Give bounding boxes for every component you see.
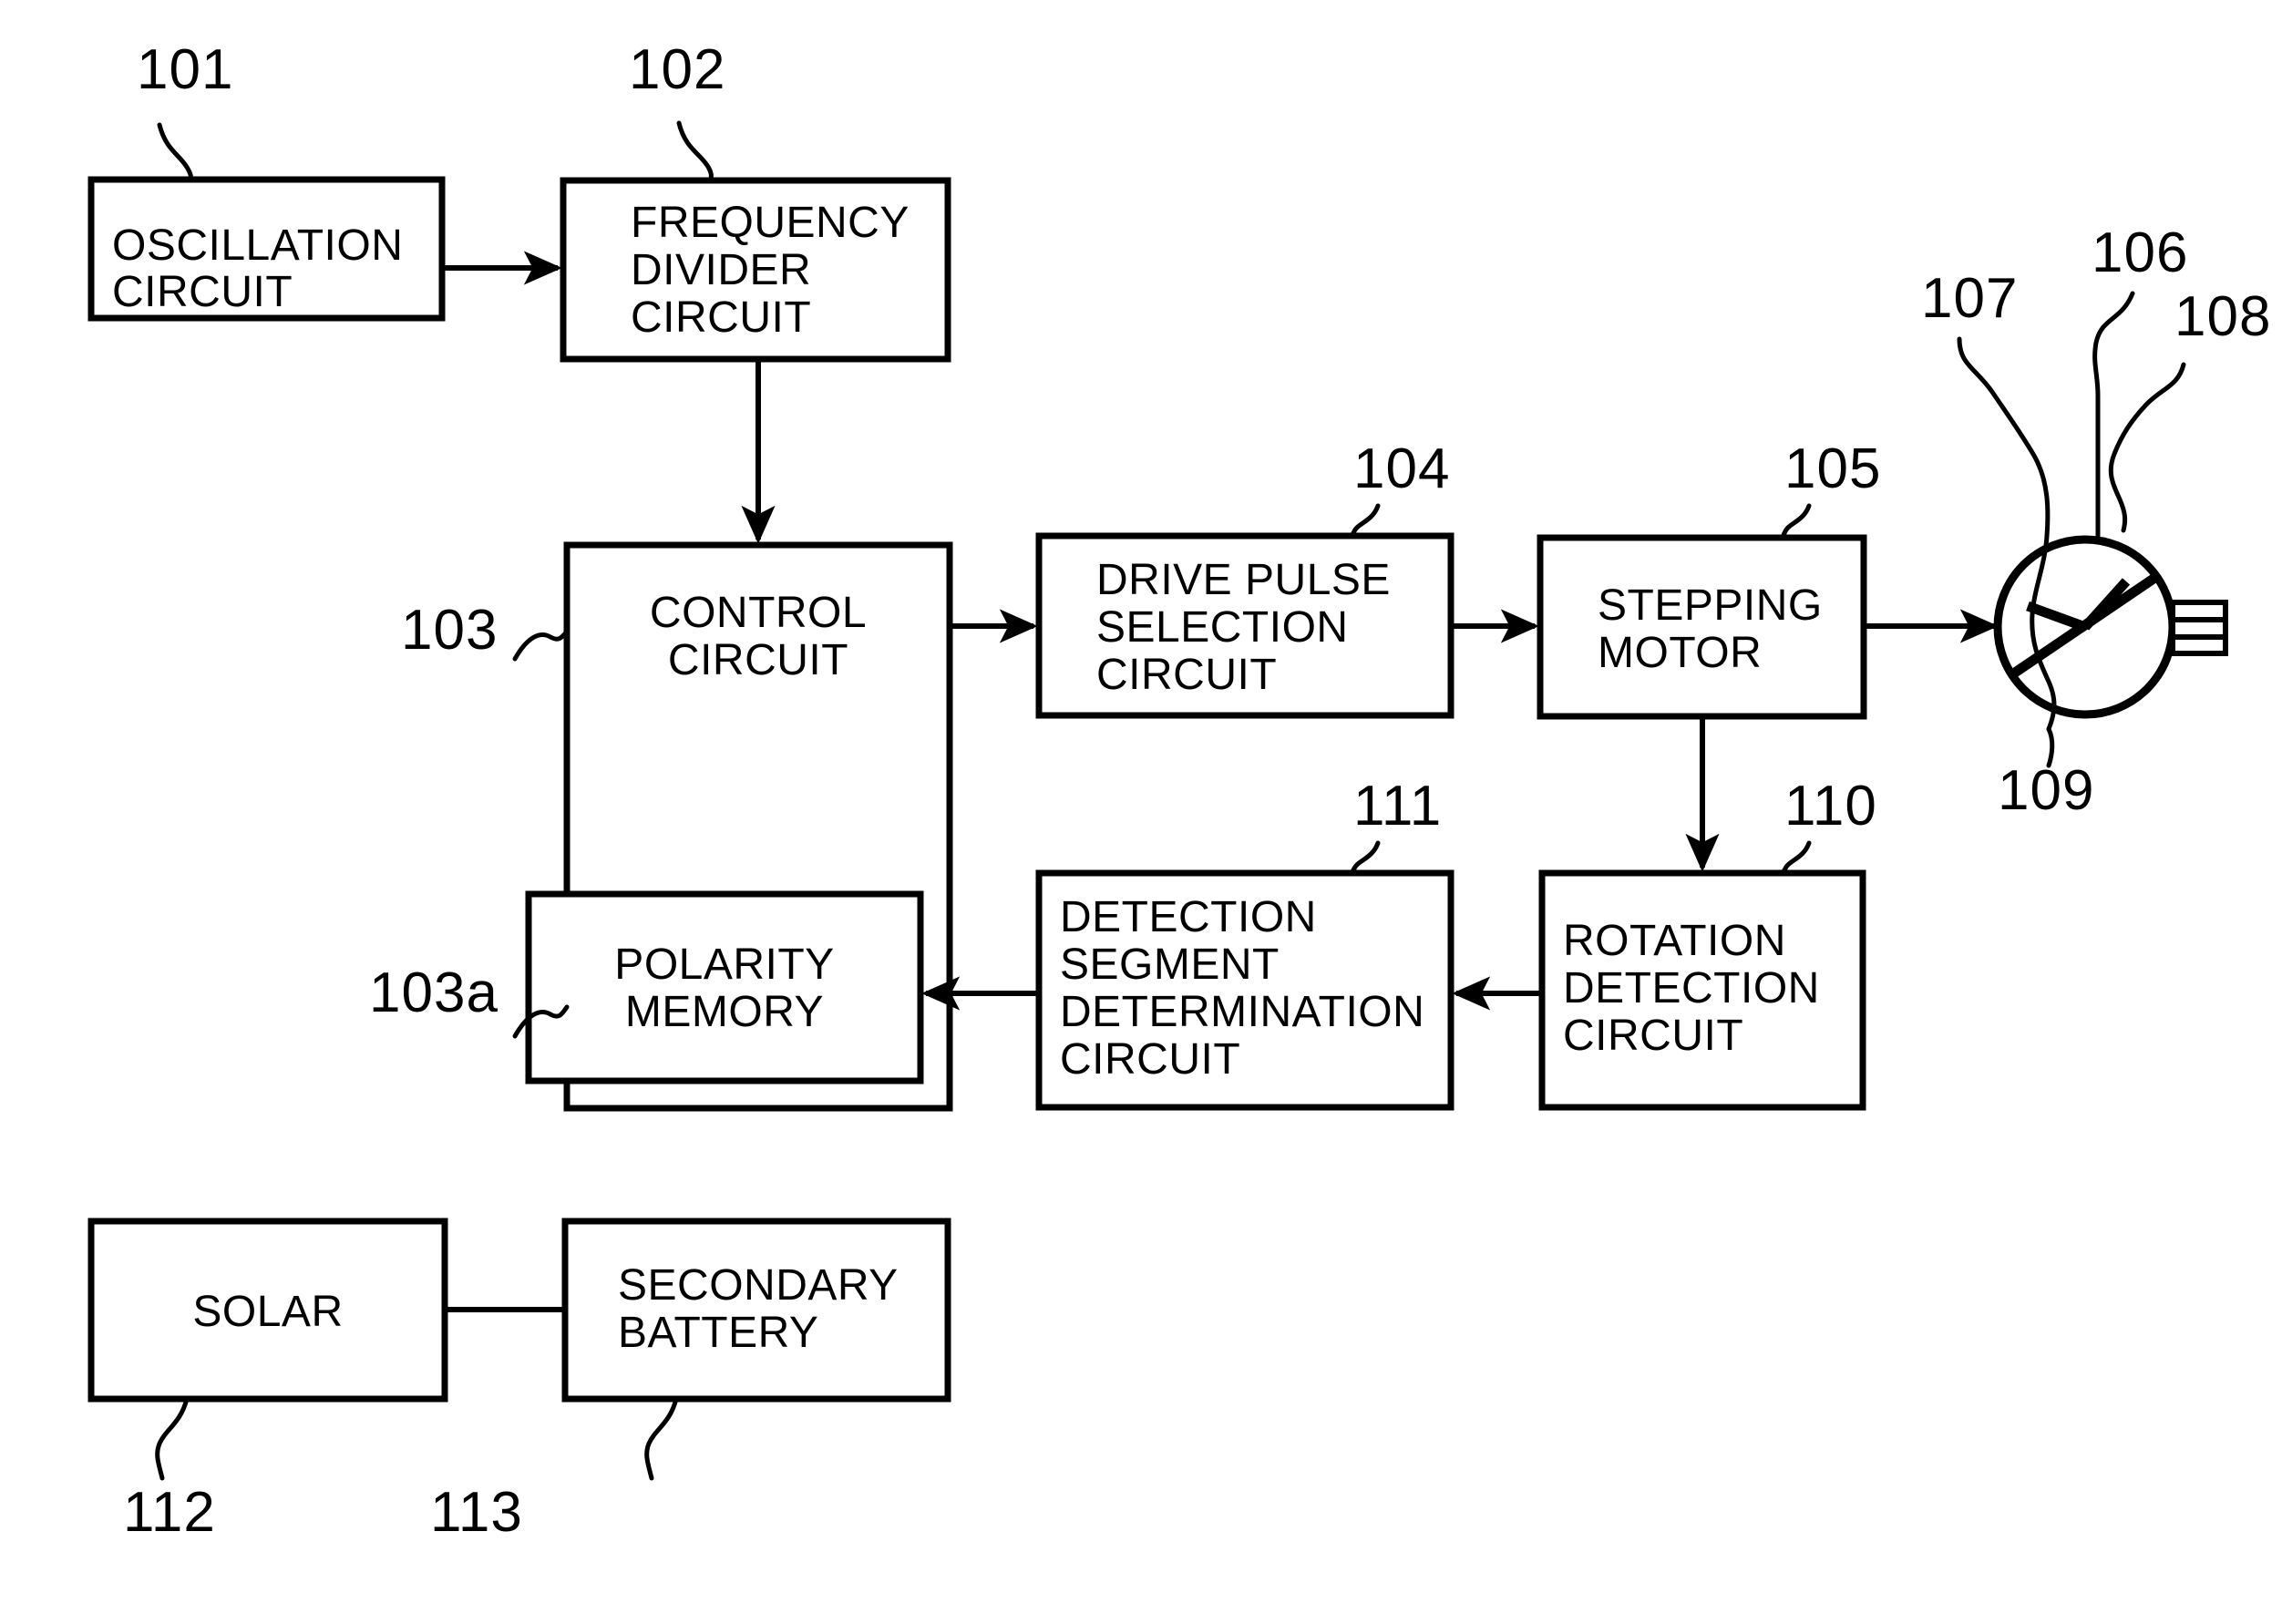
ref-callout-109: 109 xyxy=(1998,726,2094,822)
patent-block-diagram: OSCILLATION CIRCUIT 101 FREQUENCY DIVIDE… xyxy=(0,0,2282,1624)
ref-callout-101: 101 xyxy=(137,38,233,182)
rotation-detection-label-line1: ROTATION xyxy=(1563,917,1786,965)
secondary-battery-label-line2: BATTERY xyxy=(618,1309,818,1357)
block-control-circuit[interactable]: CONTROL CIRCUIT POLARITY MEMORY xyxy=(525,541,953,1112)
rotation-detection-label-line3: CIRCUIT xyxy=(1563,1012,1743,1060)
rotation-detection-label-line2: DETECTION xyxy=(1563,964,1820,1012)
control-circuit-label-line1: CONTROL xyxy=(650,589,867,637)
leader-line-103 xyxy=(512,629,570,662)
drive-pulse-label-line1: DRIVE PULSE xyxy=(1096,556,1391,604)
ref-number-106: 106 xyxy=(2092,221,2188,284)
oscillation-circuit-label-line1: OSCILLATION xyxy=(112,221,403,270)
polarity-memory-label-line1: POLARITY xyxy=(614,940,834,989)
control-circuit-label-line2: CIRCUIT xyxy=(668,636,848,684)
leader-line-104 xyxy=(1350,503,1381,539)
block-stepping-motor[interactable]: STEPPING MOTOR xyxy=(1537,534,1867,720)
frequency-divider-label-line1: FREQUENCY xyxy=(631,199,910,247)
leader-line-109 xyxy=(2046,726,2055,768)
ref-number-109: 109 xyxy=(1998,759,2094,822)
ref-callout-108: 108 xyxy=(2108,285,2271,533)
ref-callout-103: 103 xyxy=(401,599,570,662)
leader-line-110 xyxy=(1781,840,1812,876)
watch-crown xyxy=(2170,600,2228,656)
polarity-memory-label-line2: MEMORY xyxy=(625,988,824,1036)
ref-callout-105: 105 xyxy=(1781,437,1881,540)
ref-number-108: 108 xyxy=(2174,285,2271,348)
ref-callout-111: 111 xyxy=(1350,775,1442,876)
stepping-motor-label-line2: MOTOR xyxy=(1598,629,1762,677)
diagram-canvas: OSCILLATION CIRCUIT 101 FREQUENCY DIVIDE… xyxy=(87,38,2271,1544)
ref-callout-104: 104 xyxy=(1350,437,1450,539)
ref-number-107: 107 xyxy=(1921,267,2018,330)
block-frequency-divider-circuit[interactable]: FREQUENCY DIVIDER CIRCUIT xyxy=(560,177,951,363)
leader-line-102 xyxy=(676,120,714,183)
oscillation-circuit-label-line2: CIRCUIT xyxy=(112,268,293,316)
drive-pulse-label-line3: CIRCUIT xyxy=(1096,651,1277,699)
ref-callout-110: 110 xyxy=(1781,775,1877,876)
secondary-battery-label-line1: SECONDARY xyxy=(618,1261,899,1310)
leader-line-106 xyxy=(2092,291,2135,544)
ref-number-101: 101 xyxy=(137,38,233,101)
ref-callout-112: 112 xyxy=(123,1396,216,1544)
stepping-motor-label-line1: STEPPING xyxy=(1598,581,1823,630)
frequency-divider-label-line3: CIRCUIT xyxy=(631,293,811,342)
drive-pulse-label-line2: SELECTION xyxy=(1096,603,1349,652)
ref-number-112: 112 xyxy=(123,1481,216,1544)
leader-line-108 xyxy=(2108,362,2186,533)
ref-number-110: 110 xyxy=(1784,775,1877,838)
block-detection-segment-determination-circuit[interactable]: DETECTION SEGMENT DETERMINATION CIRCUIT xyxy=(1035,869,1455,1111)
ref-callout-102: 102 xyxy=(629,38,725,183)
leader-line-113 xyxy=(644,1396,679,1481)
block-rotation-detection-circuit[interactable]: ROTATION DETECTION CIRCUIT xyxy=(1538,869,1866,1111)
ref-number-111: 111 xyxy=(1353,775,1442,838)
detection-segment-label-line4: CIRCUIT xyxy=(1060,1035,1240,1084)
solar-label: SOLAR xyxy=(192,1288,343,1336)
ref-number-103a: 103a xyxy=(369,961,499,1024)
block-solar[interactable]: SOLAR xyxy=(87,1218,448,1403)
block-secondary-battery[interactable]: SECONDARY BATTERY xyxy=(561,1218,951,1403)
ref-number-102: 102 xyxy=(629,38,725,101)
ref-number-103: 103 xyxy=(401,599,498,662)
watch-crown-body xyxy=(2170,600,2228,656)
leader-line-101 xyxy=(157,122,193,182)
leader-line-105 xyxy=(1781,503,1812,540)
detection-segment-label-line3: DETERMINATION xyxy=(1060,988,1424,1036)
frequency-divider-label-line2: DIVIDER xyxy=(631,246,811,294)
detection-segment-label-line2: SEGMENT xyxy=(1060,940,1280,989)
ref-number-113: 113 xyxy=(430,1481,523,1544)
detection-segment-label-line1: DETECTION xyxy=(1060,893,1317,941)
ref-number-105: 105 xyxy=(1784,437,1881,500)
ref-number-104: 104 xyxy=(1353,437,1450,500)
block-oscillation-circuit[interactable]: OSCILLATION CIRCUIT xyxy=(87,176,446,322)
ref-callout-113: 113 xyxy=(430,1396,679,1544)
leader-line-111 xyxy=(1350,840,1381,876)
block-drive-pulse-selection-circuit[interactable]: DRIVE PULSE SELECTION CIRCUIT xyxy=(1035,532,1455,719)
leader-line-112 xyxy=(155,1396,190,1481)
